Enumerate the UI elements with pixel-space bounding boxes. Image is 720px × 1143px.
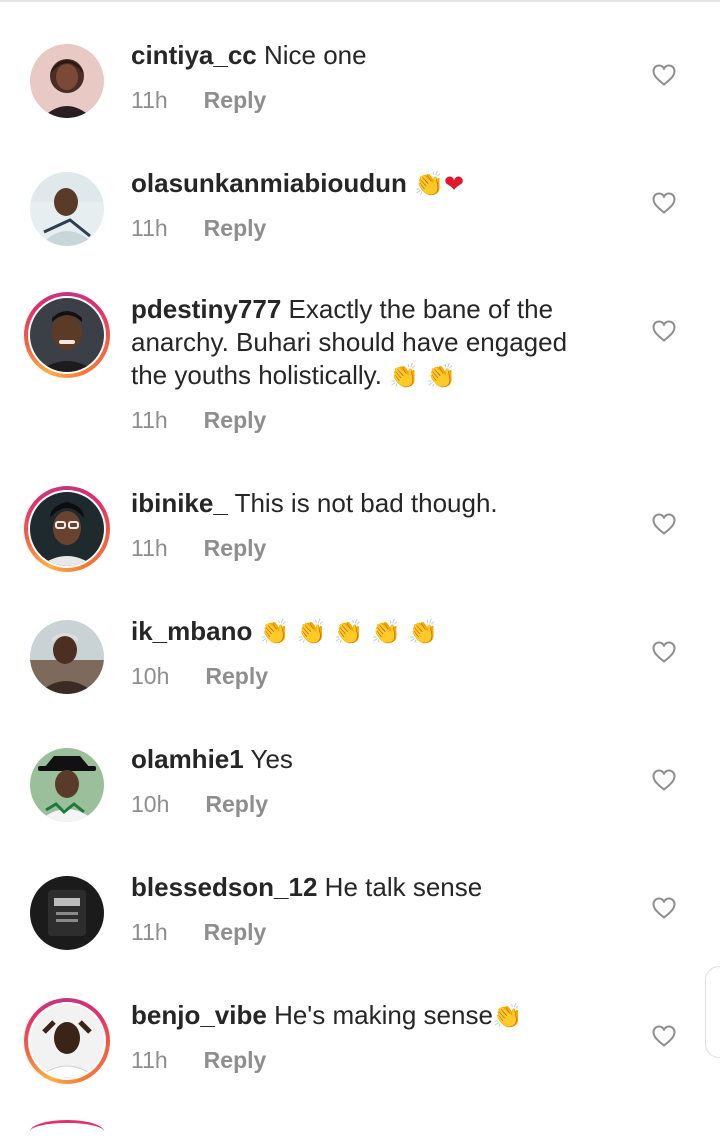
comment-body: This is not bad though. [234, 488, 498, 518]
reply-button[interactable]: Reply [204, 87, 267, 113]
comment-text: blessedson_12 He talk sense [131, 871, 601, 904]
comment-meta: 11h Reply [131, 533, 266, 563]
like-button[interactable] [652, 897, 676, 919]
reply-button[interactable]: Reply [205, 791, 268, 817]
comment-text: pdestiny777 Exactly the bane of the anar… [131, 293, 601, 393]
heart-outline-icon [652, 641, 676, 663]
heart-outline-icon [652, 64, 676, 86]
comment-time: 11h [131, 87, 168, 113]
avatar[interactable] [30, 44, 104, 118]
clap-emoji: 👏 [333, 618, 364, 646]
comment-meta: 11h Reply [131, 85, 266, 115]
comment-body: He talk sense [324, 872, 483, 902]
comment-text: ibinike_ This is not bad though. [131, 487, 601, 520]
avatar-story-ring[interactable] [24, 998, 110, 1084]
comment-meta: 10h Reply [131, 661, 268, 691]
reply-button[interactable]: Reply [204, 1047, 267, 1073]
comment-time: 11h [131, 535, 168, 561]
comment-time: 10h [131, 791, 170, 817]
like-button[interactable] [652, 641, 676, 663]
heart-outline-icon [652, 1025, 676, 1047]
reply-button[interactable]: Reply [204, 919, 267, 945]
comment-time: 11h [131, 1047, 168, 1073]
avatar-photo [30, 620, 104, 694]
reply-button[interactable]: Reply [205, 663, 268, 689]
clap-emoji: 👏 [389, 362, 420, 390]
comment-body: Nice one [263, 40, 367, 70]
comment-meta: 11h Reply [131, 213, 266, 243]
like-button[interactable] [652, 769, 676, 791]
comment-text: olamhie1 Yes [131, 743, 601, 776]
avatar-story-ring[interactable] [24, 292, 110, 378]
comment-time: 11h [131, 215, 168, 241]
next-avatar-story-ring-partial [30, 1120, 104, 1143]
comment-text: benjo_vibe He's making sense👏 [131, 999, 601, 1033]
avatar-photo [30, 1004, 104, 1078]
red-heart-emoji: ❤ [444, 170, 465, 198]
clap-emoji: 👏 [414, 170, 445, 198]
comment-text: olasunkanmiabioudun 👏❤ [131, 167, 601, 201]
side-scroll-handle[interactable] [705, 966, 720, 1058]
comment-username[interactable]: pdestiny777 [131, 294, 281, 324]
comment-meta: 11h Reply [131, 405, 266, 435]
clap-emoji: 👏 [492, 1002, 523, 1030]
comment-time: 11h [131, 919, 168, 945]
comment-username[interactable]: olasunkanmiabioudun [131, 168, 407, 198]
heart-outline-icon [652, 769, 676, 791]
clap-emoji: 👏 [296, 618, 327, 646]
top-divider [0, 0, 720, 2]
clap-emoji: 👏 [259, 618, 290, 646]
avatar[interactable] [30, 620, 104, 694]
comment-text: ik_mbano 👏 👏 👏 👏 👏 [131, 615, 601, 649]
reply-button[interactable]: Reply [204, 407, 267, 433]
comment-username[interactable]: benjo_vibe [131, 1000, 267, 1030]
comment-username[interactable]: ik_mbano [131, 616, 252, 646]
heart-outline-icon [652, 897, 676, 919]
like-button[interactable] [652, 320, 676, 342]
comment-meta: 11h Reply [131, 1045, 266, 1075]
heart-outline-icon [652, 192, 676, 214]
like-button[interactable] [652, 192, 676, 214]
avatar-story-ring[interactable] [24, 486, 110, 572]
comment-text: cintiya_cc Nice one [131, 39, 601, 72]
comment-body: He's making sense [274, 1000, 493, 1030]
comment-meta: 10h Reply [131, 789, 268, 819]
avatar-photo [30, 298, 104, 372]
clap-emoji: 👏 [408, 618, 438, 646]
heart-outline-icon [652, 320, 676, 342]
avatar[interactable] [30, 876, 104, 950]
avatar[interactable] [30, 748, 104, 822]
comment-time: 11h [131, 407, 168, 433]
avatar-photo [30, 492, 104, 566]
comment-body: Yes [250, 744, 293, 774]
reply-button[interactable]: Reply [204, 215, 267, 241]
heart-outline-icon [652, 513, 676, 535]
avatar-photo [30, 748, 104, 822]
like-button[interactable] [652, 513, 676, 535]
clap-emoji: 👏 [426, 362, 457, 390]
clap-emoji: 👏 [370, 618, 401, 646]
comment-username[interactable]: cintiya_cc [131, 40, 257, 70]
avatar-photo [30, 172, 104, 246]
comment-username[interactable]: blessedson_12 [131, 872, 317, 902]
reply-button[interactable]: Reply [204, 535, 267, 561]
avatar[interactable] [30, 172, 104, 246]
like-button[interactable] [652, 64, 676, 86]
comment-username[interactable]: ibinike_ [131, 488, 228, 518]
avatar-photo [30, 44, 104, 118]
comment-username[interactable]: olamhie1 [131, 744, 244, 774]
comment-meta: 11h Reply [131, 917, 266, 947]
like-button[interactable] [652, 1025, 676, 1047]
comment-time: 10h [131, 663, 170, 689]
avatar-photo [30, 876, 104, 950]
